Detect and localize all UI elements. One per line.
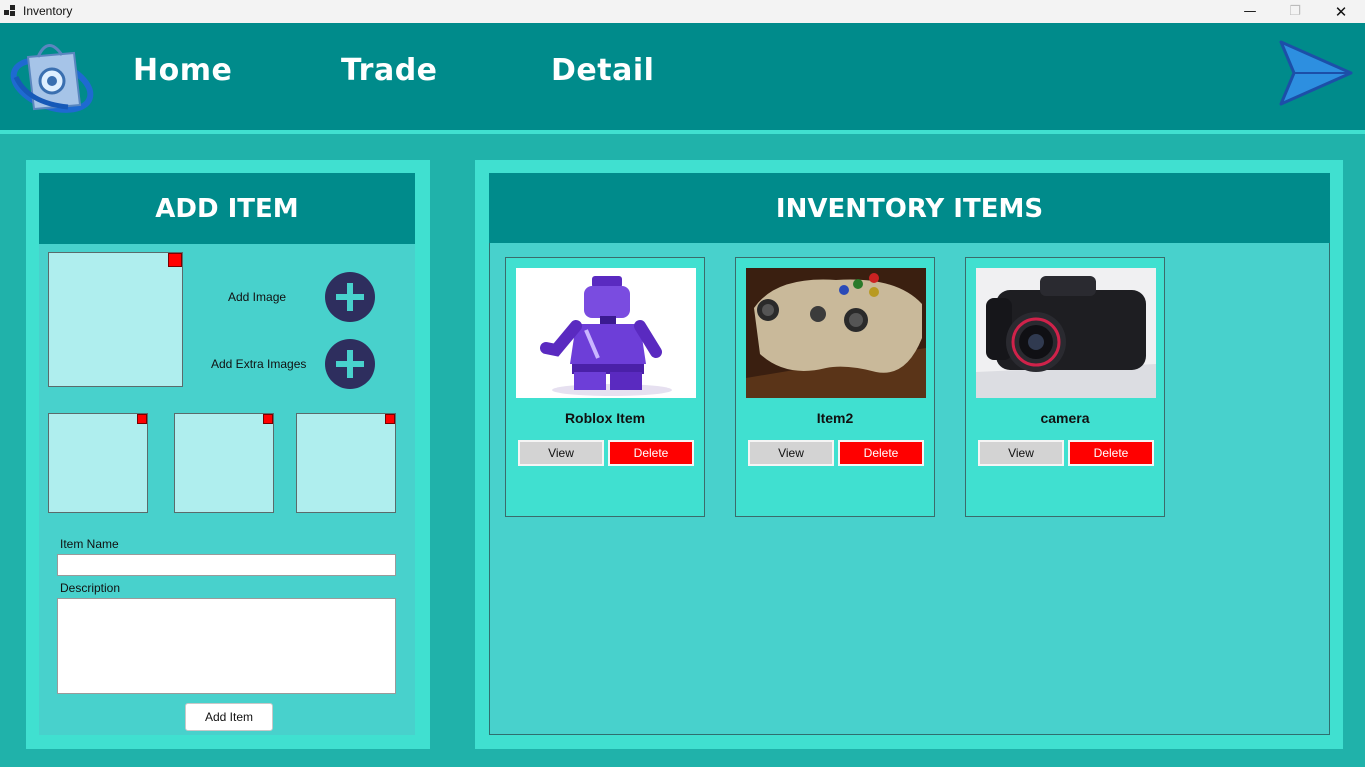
add-extra-images-button[interactable]	[325, 339, 375, 389]
view-button[interactable]: View	[518, 440, 604, 466]
delete-button[interactable]: Delete	[1068, 440, 1154, 466]
remove-image-icon[interactable]	[385, 414, 395, 424]
inventory-card: Roblox Item View Delete	[505, 257, 705, 517]
send-arrow-icon[interactable]	[1278, 39, 1354, 107]
view-button[interactable]: View	[748, 440, 834, 466]
add-extra-images-label: Add Extra Images	[211, 357, 307, 371]
remove-image-icon[interactable]	[168, 253, 182, 267]
inventory-heading: INVENTORY ITEMS	[489, 173, 1330, 244]
delete-button[interactable]: Delete	[608, 440, 694, 466]
minimize-button[interactable]: —	[1227, 0, 1273, 23]
add-image-button[interactable]	[325, 272, 375, 322]
restore-button[interactable]: ❐	[1272, 0, 1318, 23]
inventory-card: Item2 View Delete	[735, 257, 935, 517]
item-name-input[interactable]	[57, 554, 396, 576]
header-divider	[0, 130, 1365, 134]
item-thumbnail	[746, 268, 926, 398]
add-item-button[interactable]: Add Item	[185, 703, 273, 731]
remove-image-icon[interactable]	[137, 414, 147, 424]
item-name: camera	[1040, 410, 1090, 426]
item-name: Item2	[816, 410, 854, 426]
nav-detail[interactable]: Detail	[551, 53, 654, 88]
add-image-label: Add Image	[228, 290, 287, 304]
item-name: Roblox Item	[564, 410, 646, 426]
extra-image-box-3[interactable]	[296, 413, 396, 513]
window-titlebar: Inventory — ❐ ✕	[0, 0, 1365, 23]
add-item-heading: ADD ITEM	[39, 173, 415, 244]
description-label: Description	[60, 581, 121, 595]
app-header: Home Trade Detail	[0, 23, 1365, 130]
app-icon	[4, 5, 16, 17]
extra-image-box-1[interactable]	[48, 413, 148, 513]
shopping-bag-logo-icon[interactable]	[8, 31, 100, 113]
remove-image-icon[interactable]	[263, 414, 273, 424]
inventory-card: camera View Delete	[965, 257, 1165, 517]
item-thumbnail	[516, 268, 696, 398]
close-button[interactable]: ✕	[1318, 0, 1364, 23]
main-image-box[interactable]	[48, 252, 183, 387]
description-textarea[interactable]	[57, 598, 396, 694]
item-name-label: Item Name	[60, 537, 119, 551]
window-title: Inventory	[23, 4, 73, 18]
nav-trade[interactable]: Trade	[341, 53, 438, 88]
view-button[interactable]: View	[978, 440, 1064, 466]
extra-image-box-2[interactable]	[174, 413, 274, 513]
item-thumbnail	[976, 268, 1156, 398]
nav-home[interactable]: Home	[133, 53, 232, 88]
delete-button[interactable]: Delete	[838, 440, 924, 466]
